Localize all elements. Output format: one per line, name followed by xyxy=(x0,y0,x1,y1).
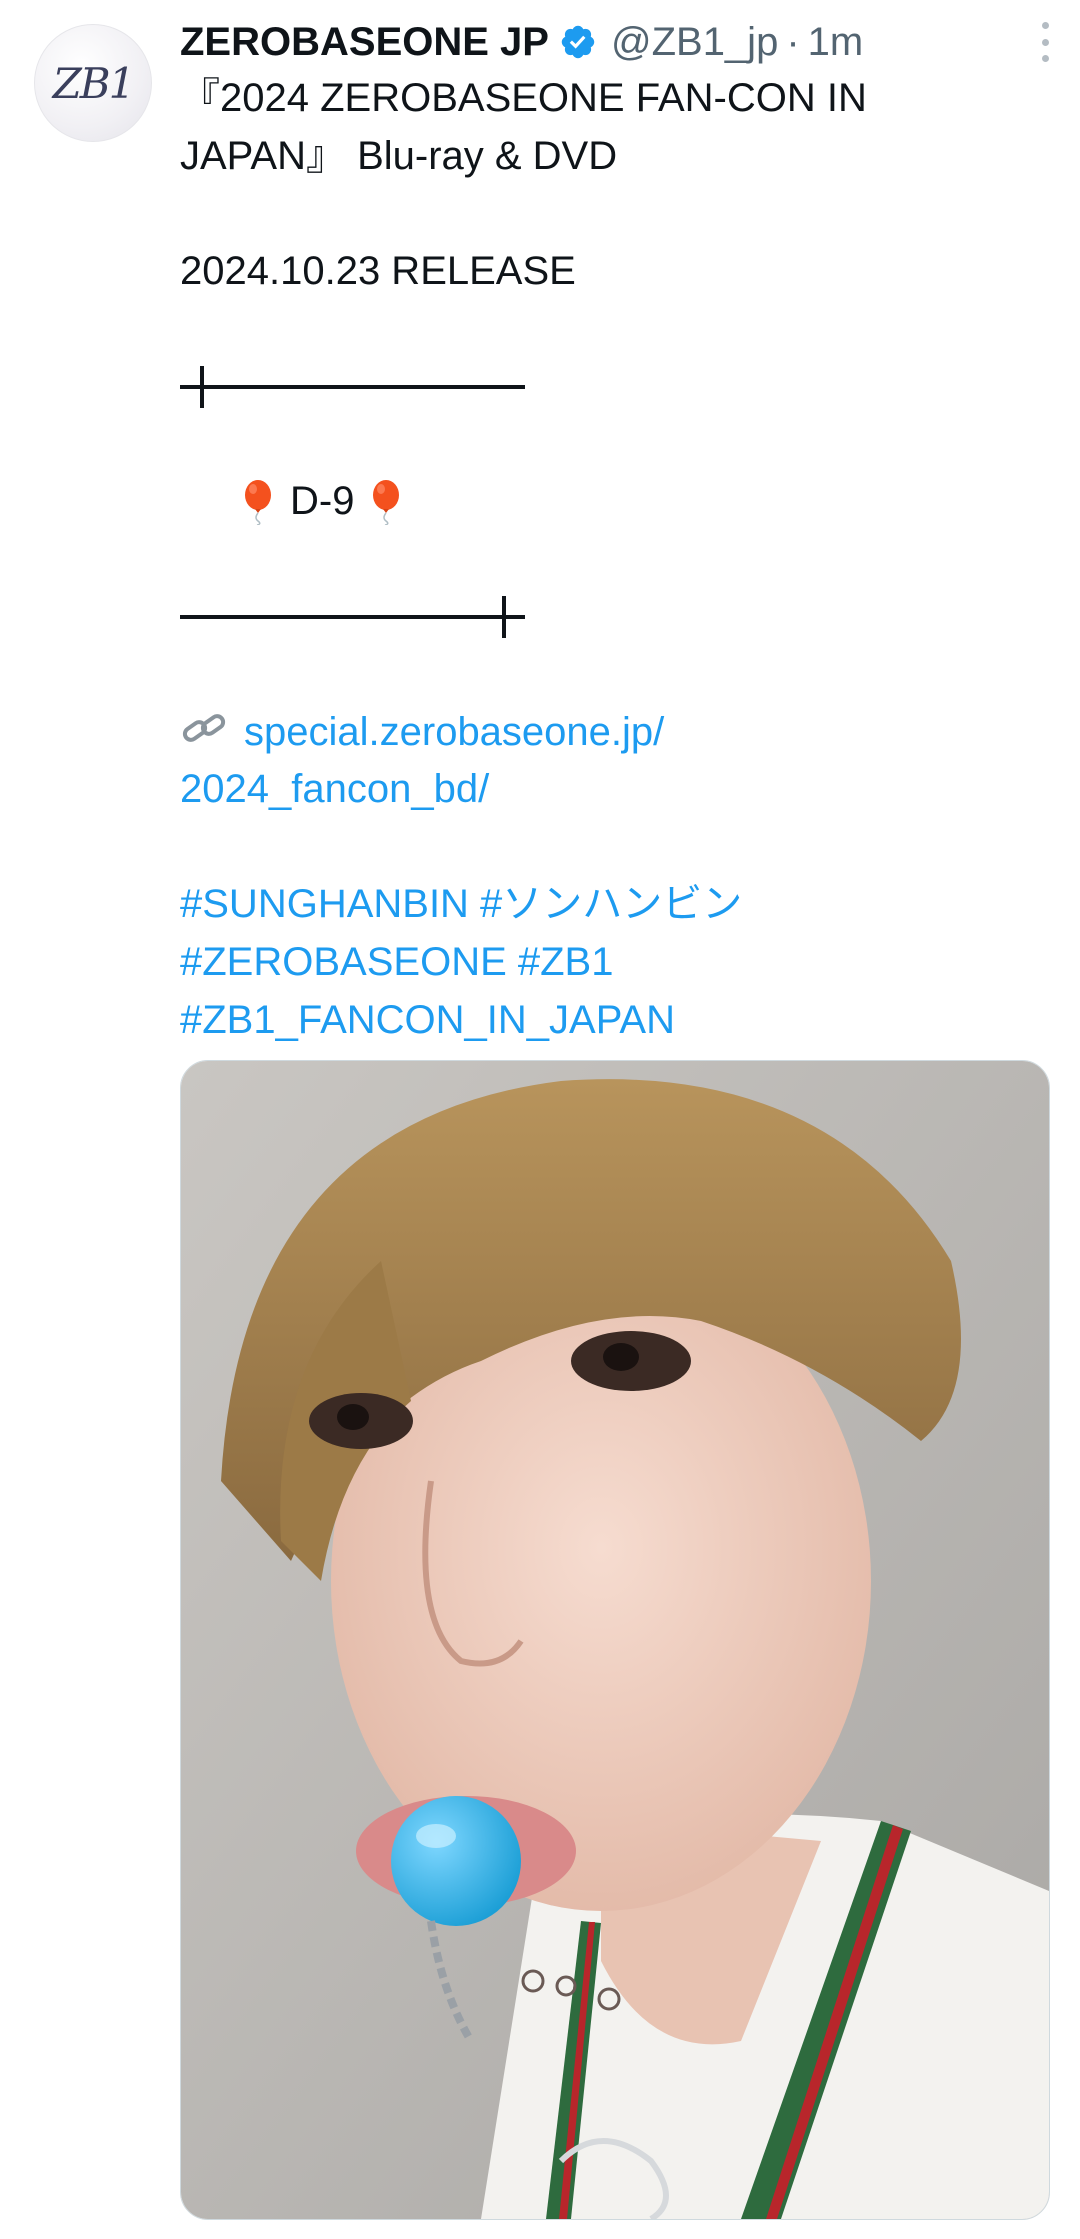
link-icon xyxy=(182,713,226,742)
timestamp[interactable]: 1m xyxy=(808,20,864,65)
more-vertical-icon[interactable] xyxy=(1030,22,1060,62)
tweet-text: 『2024 ZEROBASEONE FAN-CON IN JAPAN』 Blu-… xyxy=(180,70,1060,1049)
verified-badge-icon xyxy=(561,25,595,59)
separator-dot: · xyxy=(786,19,800,64)
tweet-photo[interactable] xyxy=(180,1060,1050,2220)
release-date: 2024.10.23 RELEASE xyxy=(180,248,576,293)
text-line: JAPAN』 Blu-ray & DVD xyxy=(180,133,618,178)
divider-bottom xyxy=(180,588,1060,646)
divider-top xyxy=(180,358,1060,416)
tweet-header: ZEROBASEONE JP @ZB1_jp · 1m xyxy=(180,14,863,70)
display-name[interactable]: ZEROBASEONE JP xyxy=(180,20,549,65)
hashtags-line[interactable]: #ZB1_FANCON_IN_JAPAN xyxy=(180,992,1060,1050)
url-link[interactable]: special.zerobaseone.jp/ xyxy=(244,710,664,754)
balloon-icon xyxy=(245,479,271,525)
countdown: D-9 xyxy=(180,473,1060,531)
tweet: ZB1 ZEROBASEONE JP @ZB1_jp · 1m 『2024 ZE… xyxy=(0,0,1080,2239)
balloon-icon xyxy=(373,479,400,525)
photo-image xyxy=(181,1061,1049,2219)
hashtags-line[interactable]: #ZEROBASEONE #ZB1 xyxy=(180,934,1060,992)
link-row: special.zerobaseone.jp/ xyxy=(180,704,1060,762)
url-link-continued[interactable]: 2024_fancon_bd/ xyxy=(180,761,1060,819)
avatar[interactable]: ZB1 xyxy=(34,24,152,142)
hashtags-line[interactable]: #SUNGHANBIN #ソンハンビン xyxy=(180,876,1060,934)
handle[interactable]: @ZB1_jp xyxy=(611,20,778,65)
countdown-label: D-9 xyxy=(290,479,355,524)
avatar-logo: ZB1 xyxy=(52,58,136,108)
text-line: 『2024 ZEROBASEONE FAN-CON IN xyxy=(180,76,867,120)
